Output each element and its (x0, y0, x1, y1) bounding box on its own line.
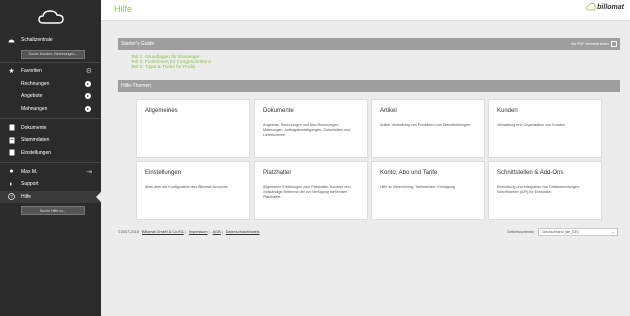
sidebar-item-user[interactable]: ● Max M. ⇥ (0, 166, 101, 179)
brand-logo[interactable]: billomat (586, 3, 624, 11)
topic-card-settings[interactable]: Einstellungen Alles über die Konfigurati… (136, 161, 250, 220)
separator: | (208, 230, 210, 234)
guide-links: Teil 1: Grundlagen für Einsteiger Teil 2… (131, 55, 212, 71)
divider (0, 61, 101, 62)
sidebar-item-label: Max M. (21, 168, 38, 175)
help-icon: ? (8, 193, 15, 201)
sidebar-item-label: Rechnungen (21, 80, 50, 87)
topic-card-account[interactable]: Konto, Abo und Tarife Hilfe zu Abrechnun… (371, 161, 485, 220)
sidebar-item-support[interactable]: ◐ Support (0, 178, 101, 191)
star-icon: ★ (8, 68, 15, 76)
card-desc: Verwaltung und Organisation von Kunden (497, 123, 566, 127)
arrow-circle-icon (85, 93, 91, 100)
sidebar-item-label: Dokumente (21, 124, 47, 131)
card-desc: Allgemeine Erklärungen zum Platzhalter-K… (263, 185, 351, 199)
separator: | (184, 230, 186, 234)
main-content: Starter's Guide Als PDF herunterladen Te… (101, 22, 630, 316)
footer: ©2007-2018 Billomat GmbH & Co.KG | Impre… (118, 230, 260, 234)
card-title: Schnittstellen & Add-Ons (497, 170, 564, 176)
topic-card-interfaces[interactable]: Schnittstellen & Add-Ons Einrichtung und… (488, 161, 602, 220)
card-title: Einstellungen (145, 170, 182, 176)
cloud-brand-icon (586, 3, 596, 11)
user-icon: ● (9, 168, 14, 176)
card-title: Platzhalter (263, 170, 292, 176)
external-link-icon (611, 41, 617, 47)
company-link[interactable]: Billomat GmbH & Co.KG (142, 230, 184, 234)
card-desc: Alles über die Konfiguration des Billoma… (145, 185, 228, 189)
divider (0, 162, 101, 163)
section-title: Starter's Guide (121, 41, 155, 47)
search-customers-button[interactable]: Suche Kunden, Rechnungen... (21, 49, 85, 59)
sidebar-item-label: Hilfe (21, 193, 32, 200)
sidebar-item-invoices[interactable]: Rechnungen (0, 78, 101, 91)
section-title: Hilfe-Themen (121, 83, 152, 89)
settings-icon (8, 149, 15, 156)
sidebar-item-settings[interactable]: Einstellungen (0, 147, 101, 160)
sidebar-item-documents[interactable]: Dokumente (0, 122, 101, 135)
sidebar-item-master-data[interactable]: Stammdaten (0, 134, 101, 147)
logo[interactable] (0, 0, 101, 34)
sidebar-item-label: Angebote (21, 93, 43, 100)
dashboard-icon (8, 37, 15, 44)
copyright: ©2007-2018 (118, 230, 139, 234)
separator: | (221, 230, 223, 234)
card-title: Konto, Abo und Tarife (380, 170, 438, 176)
imprint-link[interactable]: Impressum (189, 230, 208, 234)
sidebar-item-reminders[interactable]: Mahnungen (0, 103, 101, 116)
topic-card-placeholders[interactable]: Platzhalter Allgemeine Erklärungen zum P… (254, 161, 368, 220)
page-title: Hilfe (114, 4, 133, 14)
sidebar-item-favorites[interactable]: ★ Favoriten ⚙ (0, 65, 101, 78)
brand-name: billomat (597, 3, 624, 11)
document-icon (8, 124, 15, 131)
card-title: Kunden (497, 108, 518, 114)
header: Hilfe billomat (101, 0, 630, 21)
topic-card-articles[interactable]: Artikel Artikel-Verwaltung von Produkten… (371, 99, 485, 158)
sidebar-item-label: Einstellungen (21, 149, 52, 156)
terms-link[interactable]: AGB (213, 230, 221, 234)
card-desc: Hilfe zu Abrechnung, Tarifwechsel, Kündi… (380, 185, 455, 189)
gear-icon[interactable]: ⚙ (86, 67, 92, 75)
support-icon: ◐ (9, 180, 14, 188)
sidebar-item-label: Favoriten (21, 68, 42, 75)
divider (0, 118, 101, 119)
privacy-link[interactable]: Datenschutzhinweis (226, 230, 260, 234)
arrow-circle-icon (85, 105, 91, 112)
sidebar: Schaltzentrale Suche Kunden, Rechnungen.… (0, 0, 101, 316)
search-help-button[interactable]: Suche Hilfe zu... (21, 206, 85, 215)
sidebar-item-label: Schaltzentrale (21, 37, 53, 44)
sidebar-item-label: Mahnungen (21, 105, 48, 112)
help-topics-bar: Hilfe-Themen (118, 80, 620, 92)
sidebar-item-label: Support (21, 181, 39, 188)
starters-guide-bar: Starter's Guide Als PDF herunterladen (118, 38, 620, 50)
card-desc: Artikel-Verwaltung von Produkten und Die… (380, 123, 472, 127)
pdf-download-label: Als PDF herunterladen (570, 42, 609, 46)
locale-value: Deutschland (de_DE) (542, 230, 579, 234)
card-title: Dokumente (263, 108, 294, 114)
arrow-circle-icon (85, 80, 91, 87)
cloud-logo-icon (37, 10, 64, 24)
svg-text:?: ? (10, 194, 13, 199)
card-desc: Angebote, Rechnungen und Abo-Rechnungen,… (263, 123, 351, 137)
sidebar-item-offers[interactable]: Angebote (0, 90, 101, 103)
card-title: Allgemeines (145, 108, 178, 114)
topic-card-documents[interactable]: Dokumente Angebote, Rechnungen und Abo-R… (254, 99, 368, 158)
topic-card-general[interactable]: Allgemeines (136, 99, 250, 158)
locale-select[interactable]: Deutschland (de_DE) (538, 228, 619, 236)
logout-icon[interactable]: ⇥ (86, 168, 92, 176)
address-book-icon (8, 137, 15, 144)
sidebar-item-dashboard[interactable]: Schaltzentrale (0, 34, 101, 47)
topic-card-customers[interactable]: Kunden Verwaltung und Organisation von K… (488, 99, 602, 158)
locale-selector: Gebietsschema: Deutschland (de_DE) (507, 228, 619, 236)
locale-label: Gebietsschema: (507, 230, 535, 234)
pdf-download-link[interactable]: Als PDF herunterladen (571, 41, 617, 47)
card-title: Artikel (380, 108, 397, 114)
sidebar-item-help[interactable]: ? Hilfe (0, 190, 101, 203)
card-desc: Einrichtung und Integration von Drittanw… (497, 185, 581, 194)
guide-link-part3[interactable]: Teil 3: Tipps & Tricks für Profis (131, 65, 212, 70)
sidebar-item-label: Stammdaten (21, 137, 50, 144)
